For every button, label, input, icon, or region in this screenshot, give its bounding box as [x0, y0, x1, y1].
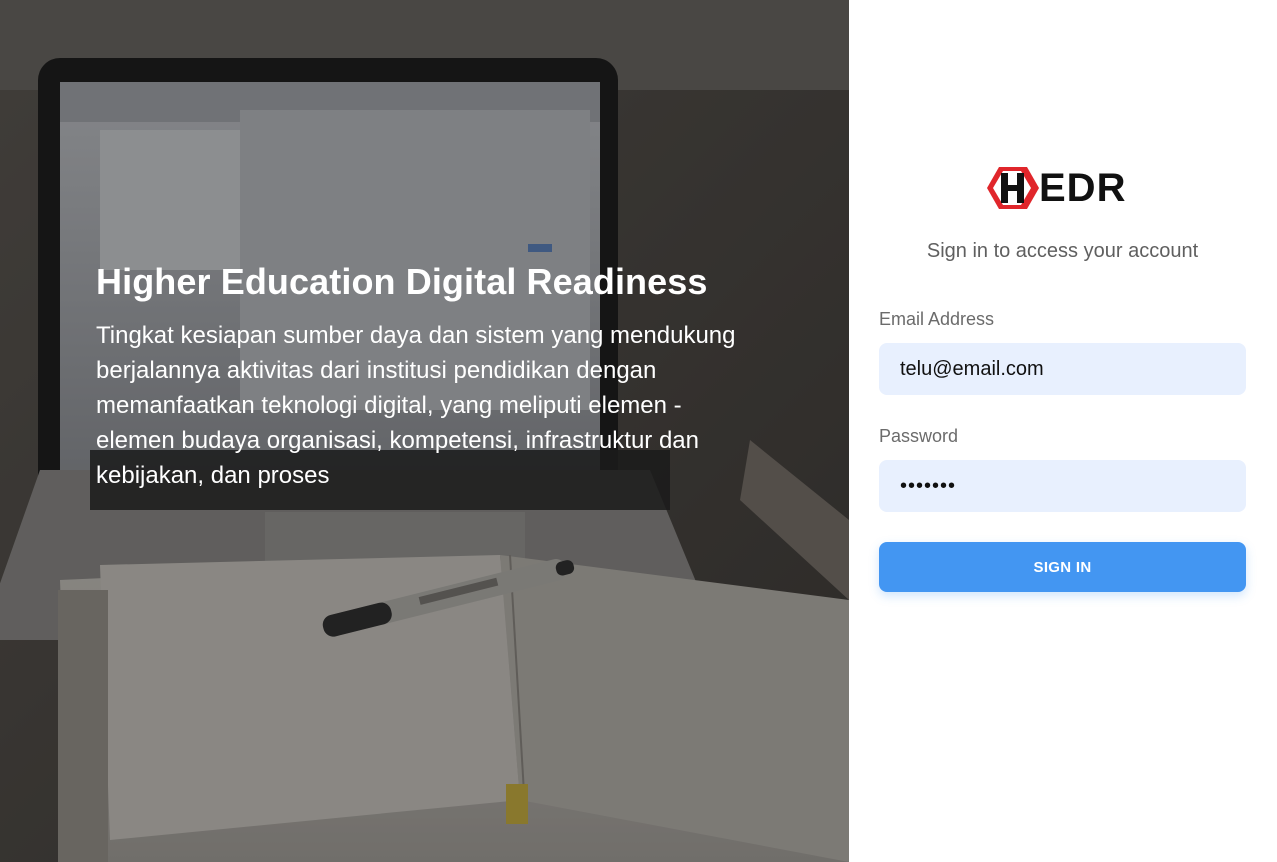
password-label: Password: [879, 426, 959, 446]
email-input-value: telu@email.com: [900, 357, 1044, 380]
login-subtitle: Sign in to access your account: [926, 240, 1199, 262]
brand-logo: EDR: [987, 165, 1126, 211]
password-input-value: •••••••: [900, 474, 957, 497]
email-input[interactable]: telu@email.com: [879, 343, 1246, 395]
password-input[interactable]: •••••••: [879, 460, 1246, 512]
red-hexagon-h-logo-icon: [987, 167, 1039, 209]
login-page: Higher Education Digital Readiness Tingk…: [0, 0, 1277, 862]
hero-description: Tingkat kesiapan sumber daya dan sistem …: [96, 322, 736, 489]
hero-title: Higher Education Digital Readiness: [96, 261, 708, 302]
hero-panel: Higher Education Digital Readiness Tingk…: [0, 0, 849, 862]
brand-logo-text: EDR: [1039, 166, 1127, 210]
hero-text-block: Higher Education Digital Readiness Tingk…: [96, 260, 756, 493]
email-label: Email Address: [879, 309, 995, 329]
sign-in-button[interactable]: SIGN IN: [879, 542, 1246, 592]
login-panel: EDR Sign in to access your account Email…: [849, 0, 1277, 862]
